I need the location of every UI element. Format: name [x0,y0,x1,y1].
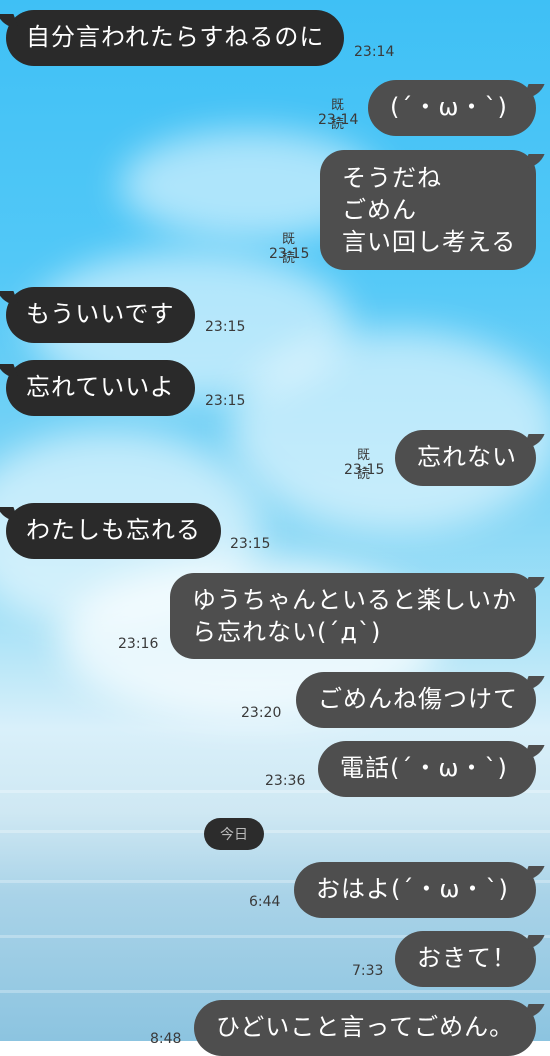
message-time: 23:15 [205,393,246,409]
water-ripple [0,830,550,833]
water-ripple [0,990,550,993]
message-text: もういいです [26,300,175,328]
message-text: わたしも忘れる [26,516,201,544]
message-text: 自分言われたらすねるのに [26,23,325,51]
message-time: 6:44 [249,894,281,910]
message-bubble[interactable]: もういいです [0,287,195,343]
message-text: 忘れていいよ [26,373,175,401]
message-text: ら忘れない(´д`) [192,618,382,646]
message-bubble[interactable]: 忘れていいよ [0,360,195,416]
message-text: そうだね [342,164,442,192]
message-time: 23:20 [241,705,282,721]
message-time: 23:14 [354,44,395,60]
message-text: おきて！ [417,944,517,972]
message-time: 23:15 [269,246,310,262]
message-text: ごめんね傷つけて [318,685,518,713]
message-time: 23:16 [118,636,159,652]
message-text: おはよ(´・ω・`) [316,875,509,903]
message-bubble[interactable]: 自分言われたらすねるのに [0,10,345,66]
message-bubble[interactable]: わたしも忘れる [0,503,221,559]
message-bubble[interactable]: 電話(´・ω・`) [318,741,545,797]
message-time: 23:14 [318,112,359,128]
message-text: 忘れない [417,443,517,471]
message-text: ゆうちゃんといると楽しいか [192,586,517,614]
day-divider: 今日 [204,818,264,850]
message-time: 23:15 [344,462,385,478]
message-bubble[interactable]: おはよ(´・ω・`) [294,862,545,918]
message-bubble[interactable]: (´・ω・`) [368,80,545,136]
message-bubble[interactable]: ひどいこと言ってごめん。 [194,1000,545,1056]
message-bubble[interactable]: そうだね ごめん 言い回し考える [320,150,545,270]
message-text: 電話(´・ω・`) [340,754,508,782]
message-text: (´・ω・`) [390,93,508,121]
message-bubble[interactable]: 忘れない [395,430,545,486]
message-text: ひどいこと言ってごめん。 [216,1013,515,1041]
message-bubble[interactable]: ごめんね傷つけて [296,672,545,728]
message-time: 23:15 [205,319,246,335]
message-bubble[interactable]: おきて！ [395,931,545,987]
message-text: 言い回し考える [342,228,517,256]
message-bubble[interactable]: ゆうちゃんといると楽しいか ら忘れない(´д`) [170,573,545,659]
message-time: 23:15 [230,536,271,552]
message-time: 23:36 [265,773,306,789]
message-time: 7:33 [352,963,384,979]
message-time: 8:48 [150,1031,182,1047]
message-text: ごめん [342,196,417,224]
